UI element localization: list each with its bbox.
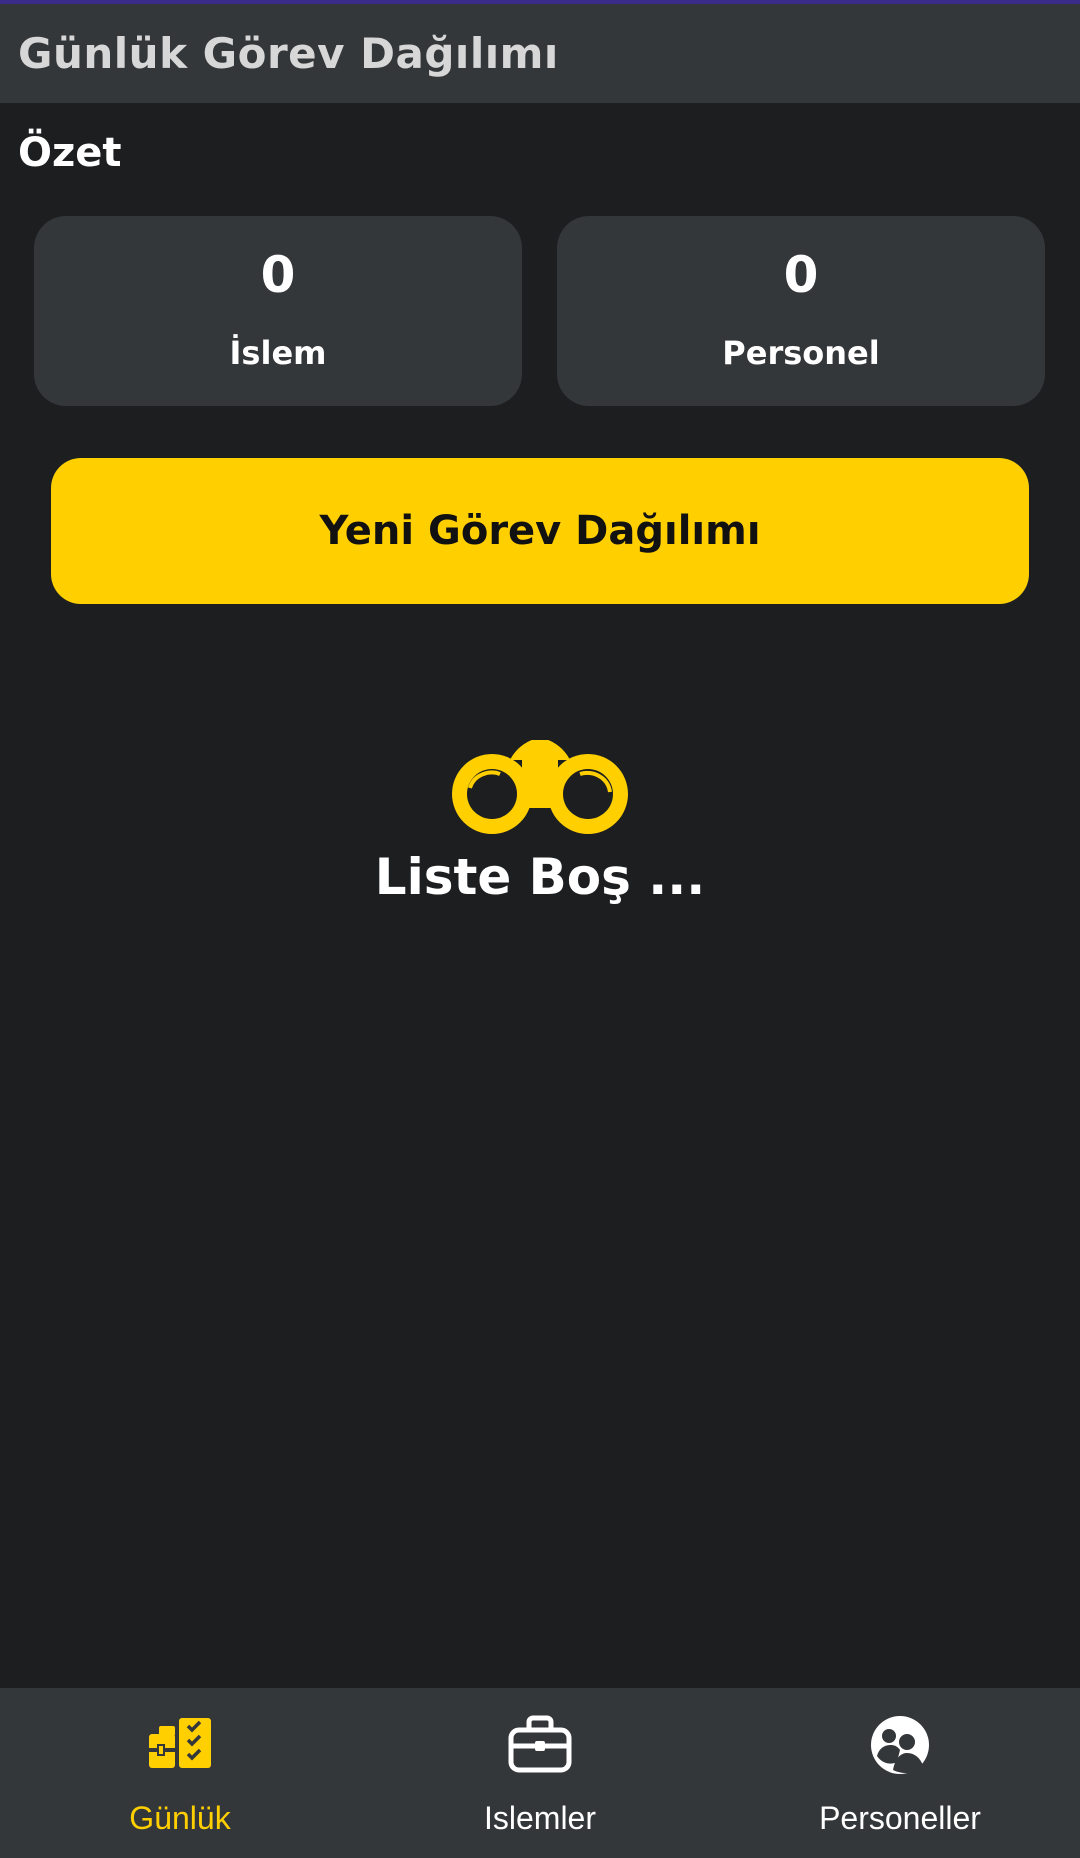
daily-tasks-icon [149,1718,211,1768]
stat-value-islem: 0 [260,246,296,304]
binoculars-icon [452,740,628,834]
nav-item-gunluk[interactable]: Günlük [0,1688,360,1858]
briefcase-icon [508,1715,572,1773]
stat-label-personel: Personel [722,334,880,372]
nav-label-personeller: Personeller [819,1800,981,1836]
new-assignment-button[interactable]: Yeni Görev Dağılımı [51,458,1029,604]
stat-label-islem: İslem [229,334,327,372]
app-bar: Günlük Görev Dağılımı [0,4,1080,103]
bottom-navigation: Günlük Islemler Personeller [0,1688,1080,1858]
stat-value-personel: 0 [783,246,819,304]
nav-item-islemler[interactable]: Islemler [360,1688,720,1858]
empty-list-text: Liste Boş ... [374,848,706,906]
nav-item-personeller[interactable]: Personeller [720,1688,1080,1858]
summary-heading: Özet [18,130,122,176]
nav-label-gunluk: Günlük [129,1800,231,1836]
stat-card-islem: 0 İslem [34,216,522,406]
people-icon [871,1716,929,1774]
page-title: Günlük Görev Dağılımı [18,29,559,78]
empty-state: Liste Boş ... [0,740,1080,906]
nav-label-islemler: Islemler [483,1800,596,1836]
stat-card-personel: 0 Personel [557,216,1045,406]
